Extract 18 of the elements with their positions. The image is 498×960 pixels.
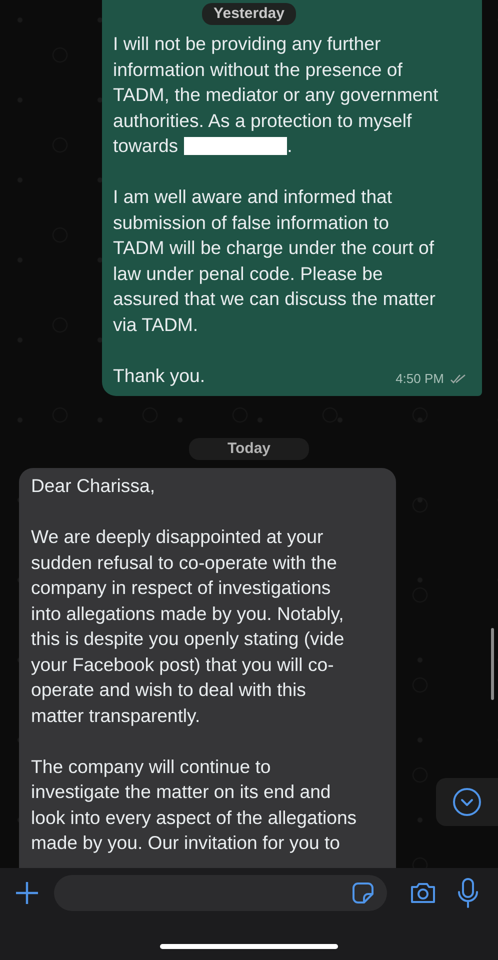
scrollbar — [491, 628, 494, 700]
microphone-icon[interactable] — [457, 878, 479, 908]
message-input-field[interactable] — [54, 875, 387, 911]
message-text: Thank you. — [113, 364, 205, 388]
scroll-down-button[interactable] — [436, 778, 498, 826]
message-text: Dear Charissa, — [31, 474, 156, 498]
message-text: towards — [113, 134, 178, 158]
camera-icon[interactable] — [409, 881, 437, 905]
message-time: 4:50 PM — [396, 371, 444, 387]
chevron-down-icon — [452, 787, 482, 817]
message-text: We are deeply disappointed at your sudden refusal to co-operate with the company in respect of investigations into allegations made by you. Notably, this is despite you openly stating (vide your Facebook post) that you will co- operate and wish to deal with this matter transparently. — [31, 525, 344, 728]
message-text: I am well aware and informed that submission of false information to TADM will be charge under the court of law under penal code. Please be assured that we can discuss the matter via TADM. — [113, 185, 436, 336]
message-text: The company will continue to investigate the matter on its end and look into every aspect of the allegations made by you. Our invitation for you to — [31, 754, 357, 855]
date-badge: Today — [189, 438, 309, 460]
sticker-icon[interactable] — [351, 881, 375, 905]
message-text: . — [287, 134, 292, 158]
plus-icon[interactable] — [14, 880, 40, 906]
date-badge: Yesterday — [202, 3, 296, 25]
